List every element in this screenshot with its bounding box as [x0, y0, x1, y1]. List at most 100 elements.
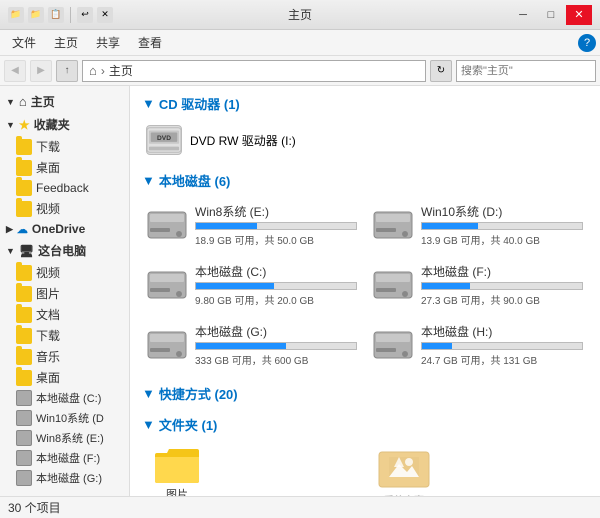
drive-bar-container	[421, 222, 583, 230]
drive-icon	[16, 410, 32, 426]
sidebar-item-video[interactable]: 视频	[0, 198, 129, 219]
sidebar-onedrive-label: OneDrive	[32, 222, 85, 236]
quick-access-icon-4[interactable]: ↩	[77, 7, 93, 23]
folder-item-pictures[interactable]: 图片	[142, 442, 212, 496]
sidebar-item-pc-video[interactable]: 视频	[0, 262, 129, 283]
sidebar-item-label: 下载	[36, 138, 60, 155]
folder-row: 图片 系统之家 XITONGZHIJIA.NET	[142, 442, 588, 496]
arrow-icon-4: ▼	[6, 246, 15, 256]
drive-icon-large	[373, 328, 413, 362]
sidebar-section-home[interactable]: ▼ ⌂ 主页	[0, 90, 129, 113]
drive-bar-container	[195, 342, 357, 350]
drive-bar-container	[195, 222, 357, 230]
sidebar-item-label: Win8系统 (E:)	[36, 430, 104, 446]
pc-icon: 🖥	[19, 244, 34, 258]
drive-grid: Win8系统 (E:) 18.9 GB 可用，共 50.0 GB	[142, 198, 588, 372]
title-bar-title: 主页	[288, 6, 312, 23]
up-button[interactable]: ↑	[56, 60, 78, 82]
cd-section-title: ▼ CD 驱动器 (1)	[142, 94, 588, 113]
sidebar-item-feedback[interactable]: Feedback	[0, 178, 129, 198]
search-box[interactable]: 🔍	[456, 60, 596, 82]
sidebar-item-pc-d[interactable]: Win10系统 (D	[0, 408, 129, 428]
cd-section-arrow: ▼	[142, 96, 155, 111]
folder-icon	[16, 201, 32, 217]
quick-access-icon-3[interactable]: 📋	[48, 7, 64, 23]
menu-item-view[interactable]: 查看	[130, 32, 170, 53]
sidebar-favorites-label: 收藏夹	[34, 116, 70, 133]
drive-icon-large	[147, 328, 187, 362]
maximize-button[interactable]: □	[538, 5, 564, 25]
sidebar-item-pc-music[interactable]: 音乐	[0, 346, 129, 367]
folder-icon	[16, 180, 32, 196]
arrow-icon-3: ▶	[6, 224, 13, 235]
drive-size: 24.7 GB 可用，共 131 GB	[421, 352, 583, 367]
sidebar-item-label: Win10系统 (D	[36, 410, 104, 426]
drive-bar	[422, 343, 452, 349]
quick-access-icon-2[interactable]: 📁	[28, 7, 44, 23]
menu-item-file[interactable]: 文件	[4, 32, 44, 53]
folder-icon	[16, 160, 32, 176]
menu-item-home[interactable]: 主页	[46, 32, 86, 53]
forward-button[interactable]: ▶	[30, 60, 52, 82]
folder-icon	[16, 370, 32, 386]
minimize-button[interactable]: ─	[510, 5, 536, 25]
sidebar-item-pc-desktop[interactable]: 桌面	[0, 367, 129, 388]
back-button[interactable]: ◀	[4, 60, 26, 82]
title-bar-buttons: ─ □ ✕	[510, 5, 592, 25]
folder-icon	[16, 307, 32, 323]
drive-icon	[16, 470, 32, 486]
local-disk-section: ▼ 本地磁盘 (6) Win8系统 (E:)	[142, 171, 588, 372]
drive-size: 18.9 GB 可用，共 50.0 GB	[195, 232, 357, 247]
drive-bar	[422, 283, 470, 289]
drive-size: 333 GB 可用，共 600 GB	[195, 352, 357, 367]
sidebar-item-pc-g[interactable]: 本地磁盘 (G:)	[0, 468, 129, 488]
search-input[interactable]	[461, 65, 600, 77]
drive-item-f[interactable]: 本地磁盘 (F:) 27.3 GB 可用，共 90.0 GB	[368, 258, 588, 312]
drive-item-d[interactable]: Win10系统 (D:) 13.9 GB 可用，共 40.0 GB	[368, 198, 588, 252]
drive-icon-large	[373, 268, 413, 302]
help-button[interactable]: ?	[578, 34, 596, 52]
arrow-icon: ▼	[6, 97, 15, 107]
drive-item-c[interactable]: 本地磁盘 (C:) 9.80 GB 可用，共 20.0 GB	[142, 258, 362, 312]
sidebar-item-pc-pictures[interactable]: 图片	[0, 283, 129, 304]
sidebar: ▼ ⌂ 主页 ▼ ★ 收藏夹 下载 桌面 Feedback 视频 ▶	[0, 86, 130, 496]
sidebar-item-pc-e[interactable]: Win8系统 (E:)	[0, 428, 129, 448]
sidebar-item-pc-downloads[interactable]: 下载	[0, 325, 129, 346]
sidebar-item-label: 视频	[36, 200, 60, 217]
drive-icon	[16, 430, 32, 446]
drive-item-g[interactable]: 本地磁盘 (G:) 333 GB 可用，共 600 GB	[142, 318, 362, 372]
quick-access-icon-5[interactable]: ✕	[97, 7, 113, 23]
folder-item-label: 图片	[166, 486, 188, 496]
refresh-button[interactable]: ↻	[430, 60, 452, 82]
drive-info: 本地磁盘 (F:) 27.3 GB 可用，共 90.0 GB	[421, 263, 583, 307]
main-layout: ▼ ⌂ 主页 ▼ ★ 收藏夹 下载 桌面 Feedback 视频 ▶	[0, 86, 600, 496]
sidebar-item-label: 图片	[36, 285, 60, 302]
drive-bar	[196, 343, 286, 349]
status-bar: 30 个项目	[0, 496, 600, 518]
drive-info: Win8系统 (E:) 18.9 GB 可用，共 50.0 GB	[195, 203, 357, 247]
sidebar-section-onedrive[interactable]: ▶ ☁ OneDrive	[0, 219, 129, 239]
quick-access-icon-1[interactable]: 📁	[8, 7, 24, 23]
sidebar-item-desktop[interactable]: 桌面	[0, 157, 129, 178]
sidebar-item-downloads[interactable]: 下载	[0, 136, 129, 157]
sidebar-item-pc-f[interactable]: 本地磁盘 (F:)	[0, 448, 129, 468]
arrow-icon-2: ▼	[6, 120, 15, 130]
drive-item-e[interactable]: Win8系统 (E:) 18.9 GB 可用，共 50.0 GB	[142, 198, 362, 252]
address-path: 主页	[109, 62, 133, 79]
cd-section: ▼ CD 驱动器 (1) DVD DVD RW 驱动器 (I:)	[142, 94, 588, 159]
sidebar-item-pc-c[interactable]: 本地磁盘 (C:)	[0, 388, 129, 408]
content-area: ▼ CD 驱动器 (1) DVD DVD RW 驱动器 (I:)	[130, 86, 600, 496]
menu-item-share[interactable]: 共享	[88, 32, 128, 53]
sidebar-section-thispc[interactable]: ▼ 🖥 这台电脑	[0, 239, 129, 262]
sidebar-item-label: 音乐	[36, 348, 60, 365]
sidebar-item-pc-docs[interactable]: 文档	[0, 304, 129, 325]
cloud-icon: ☁	[17, 223, 28, 236]
drive-item-h[interactable]: 本地磁盘 (H:) 24.7 GB 可用，共 131 GB	[368, 318, 588, 372]
close-button[interactable]: ✕	[566, 5, 592, 25]
drive-bar-container	[421, 342, 583, 350]
sidebar-section-favorites[interactable]: ▼ ★ 收藏夹	[0, 113, 129, 136]
folder-icon-large	[155, 447, 199, 483]
dvd-drive-item[interactable]: DVD DVD RW 驱动器 (I:)	[142, 121, 342, 159]
address-input[interactable]: ⌂ › 主页	[82, 60, 426, 82]
sidebar-item-label: 本地磁盘 (G:)	[36, 470, 102, 486]
